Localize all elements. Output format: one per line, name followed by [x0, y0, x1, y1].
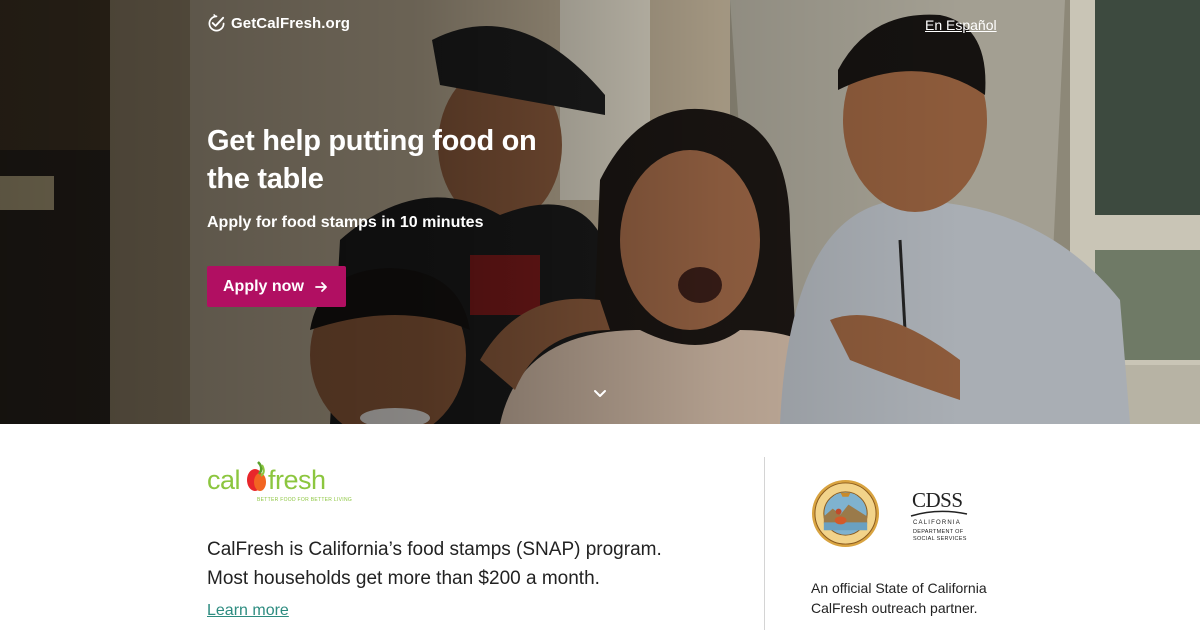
arrow-right-icon	[314, 281, 327, 292]
partner-statement: An official State of California CalFresh…	[811, 580, 987, 616]
program-info-section: cal fresh BETTER FOOD FOR BETTER LIVING …	[0, 424, 1200, 630]
check-badge-icon	[208, 14, 225, 32]
cdss-state: CALIFORNIA	[913, 520, 962, 526]
description-line-1: CalFresh is California’s food stamps (SN…	[207, 539, 662, 560]
cdss-dept-line-1: DEPARTMENT OF	[913, 529, 964, 535]
learn-more-link[interactable]: Learn more	[207, 602, 289, 620]
hero-section: GetCalFresh.org En Español Get help putt…	[0, 0, 1200, 424]
chevron-down-icon[interactable]	[593, 388, 607, 400]
cdss-swoosh	[910, 510, 968, 517]
california-state-seal	[811, 479, 880, 548]
brand-logo[interactable]: GetCalFresh.org	[207, 14, 350, 33]
cdss-logo: CDSS CALIFORNIA DEPARTMENT OF SOCIAL SER…	[910, 488, 970, 548]
hero-title: Get help putting food on the table	[207, 125, 537, 195]
cdss-department: DEPARTMENT OF SOCIAL SERVICES	[913, 529, 967, 543]
program-description: CalFresh is California’s food stamps (SN…	[207, 535, 707, 593]
vegetable-icon	[247, 461, 266, 491]
calfresh-logo-fresh: fresh	[268, 465, 326, 495]
brand-name: GetCalFresh.org	[231, 15, 351, 32]
hero-subtitle: Apply for food stamps in 10 minutes	[207, 214, 484, 231]
calfresh-logo: cal fresh BETTER FOOD FOR BETTER LIVING	[207, 457, 352, 505]
section-divider	[764, 457, 765, 630]
calfresh-tagline: BETTER FOOD FOR BETTER LIVING	[257, 497, 353, 503]
language-toggle-link[interactable]: En Español	[925, 17, 997, 33]
apply-now-button[interactable]: Apply now	[207, 266, 346, 307]
hero-overlay	[0, 0, 1200, 424]
description-line-2: Most households get more than $200 a mon…	[207, 568, 600, 589]
cdss-dept-line-2: SOCIAL SERVICES	[913, 536, 967, 542]
apply-now-label: Apply now	[223, 277, 304, 295]
calfresh-logo-cal: cal	[207, 465, 241, 495]
